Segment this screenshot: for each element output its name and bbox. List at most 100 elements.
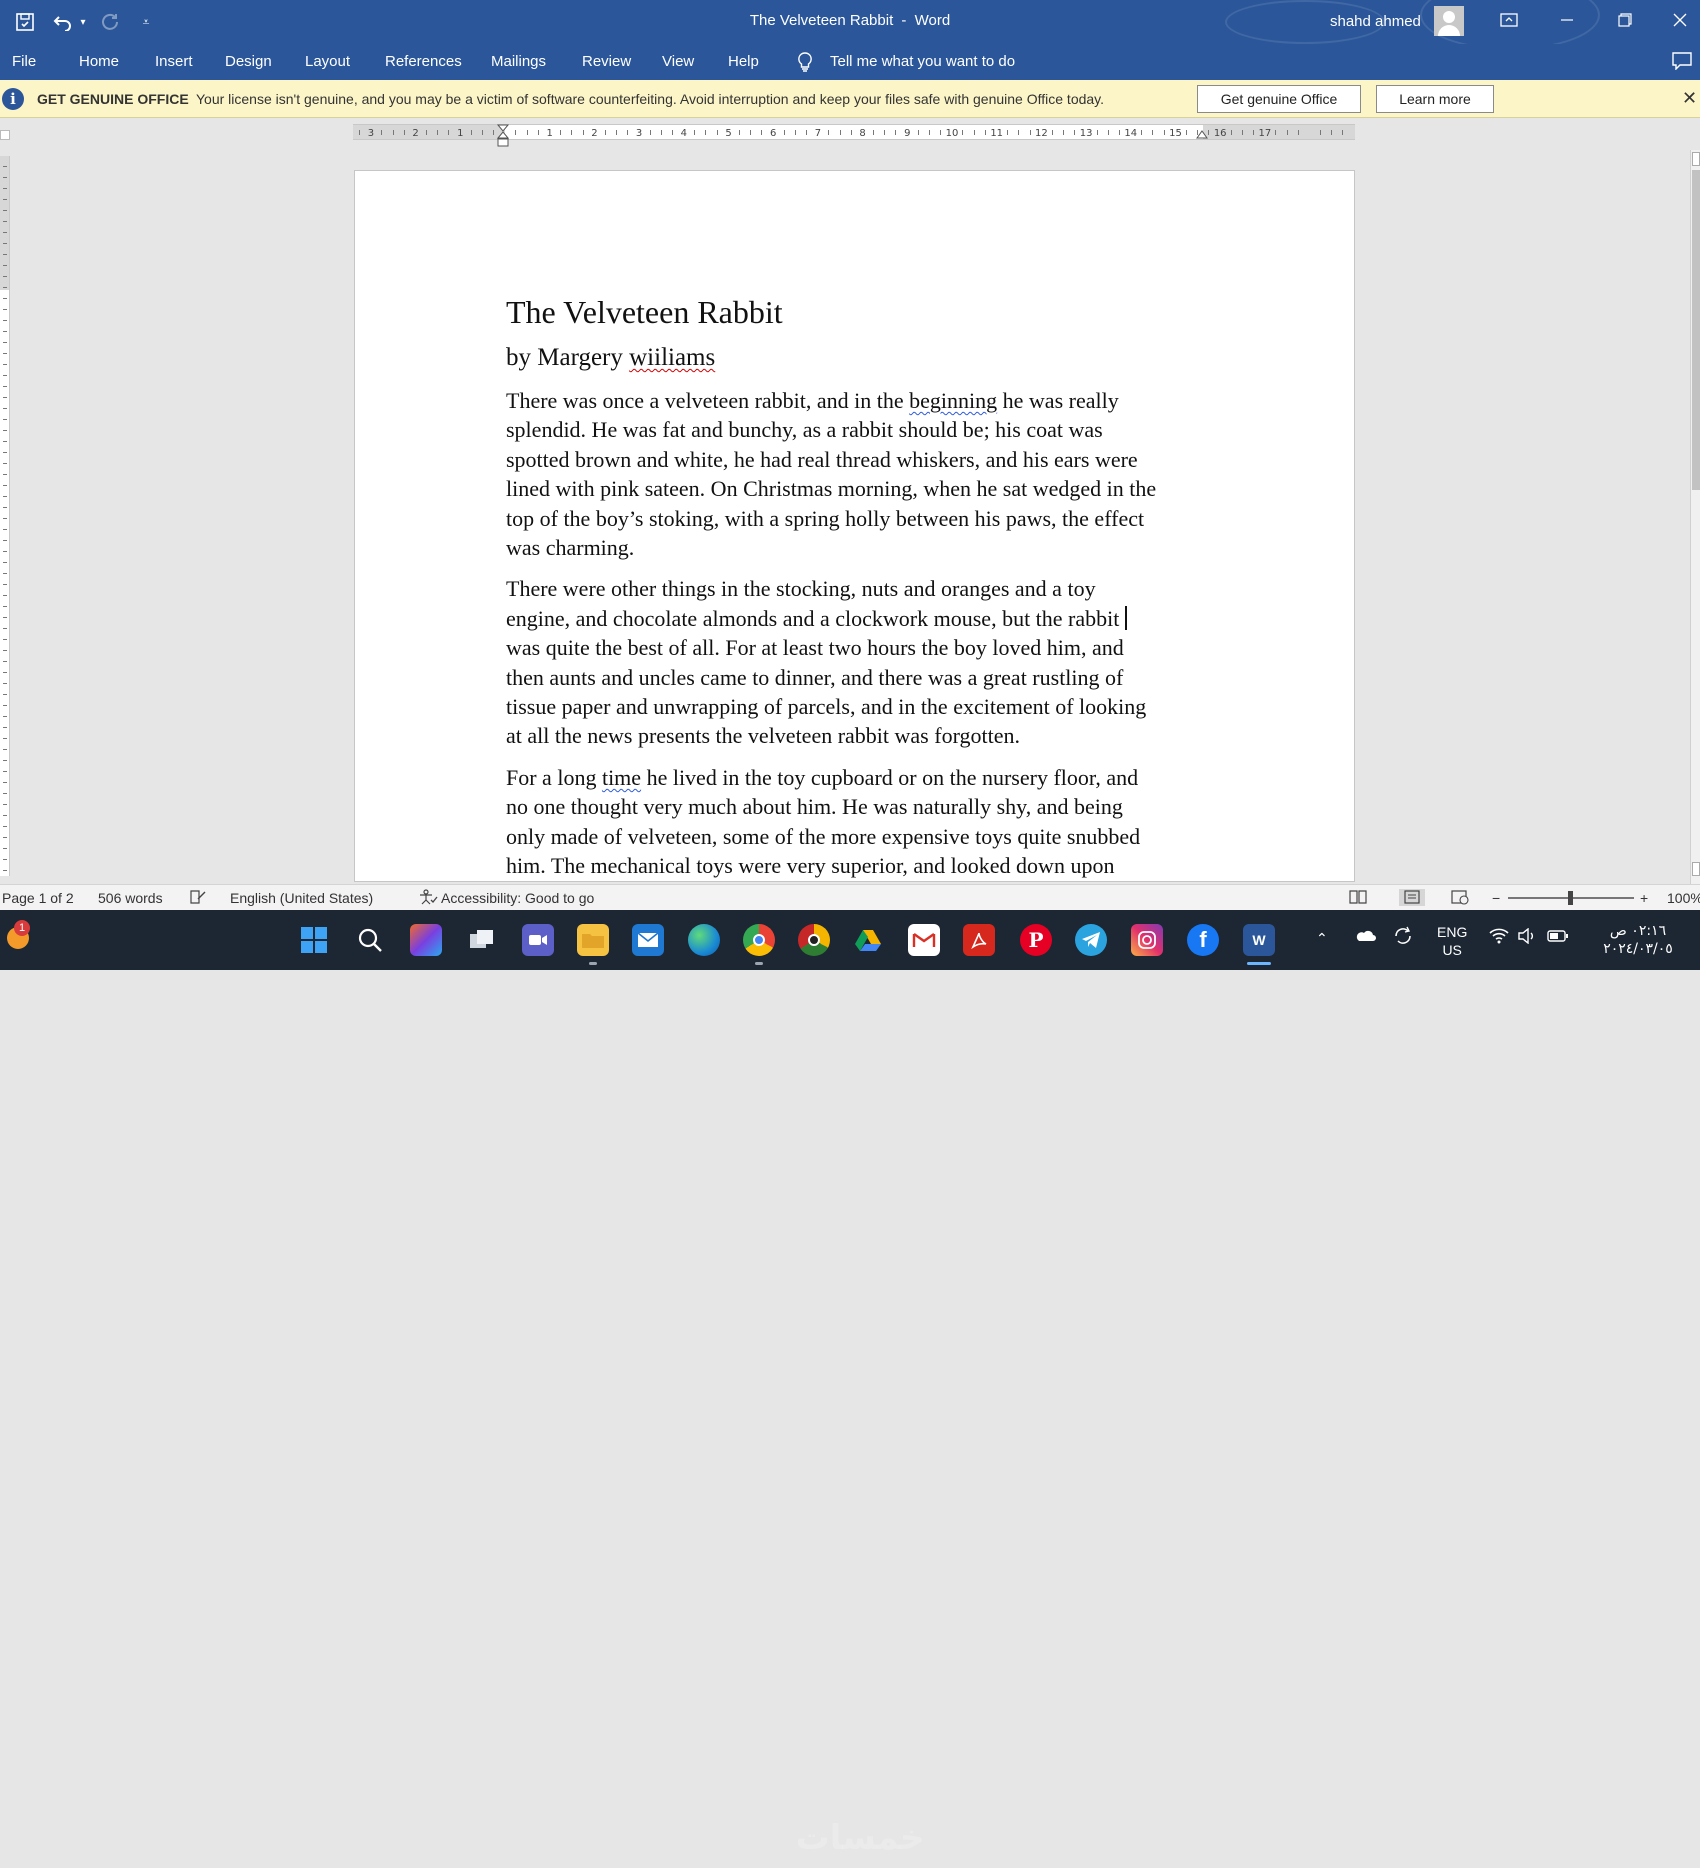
paragraph-3[interactable]: For a long time he lived in the toy cupb… [506,763,1206,881]
ruler-corner[interactable] [0,130,10,140]
google-drive-icon[interactable] [852,924,884,956]
minimize-icon[interactable] [1544,0,1590,40]
tab-file[interactable]: File [12,53,36,70]
task-view-icon[interactable] [466,924,498,956]
tab-home[interactable]: Home [79,53,119,70]
accessibility-icon[interactable] [418,889,438,906]
ribbon-tabs: File Home Insert Design Layout Reference… [0,44,1700,80]
file-explorer-icon[interactable] [577,924,609,956]
paragraph-2[interactable]: There were other things in the stocking,… [506,574,1206,750]
restore-icon[interactable] [1602,0,1648,40]
get-genuine-office-button[interactable]: Get genuine Office [1197,85,1361,113]
watermark: خمسات [795,1818,925,1858]
byline-author-misspelled[interactable]: wiiliams [629,344,715,371]
document-heading[interactable]: The Velveteen Rabbit [506,293,1206,331]
language-status[interactable]: English (United States) [230,890,373,906]
p3-grammar-word[interactable]: time [602,765,641,790]
ruler-minor-tick [560,130,562,135]
p1-grammar-word[interactable]: beginning [909,388,997,413]
vertical-ruler-tick [3,496,7,497]
avatar[interactable] [1434,6,1464,36]
user-name[interactable]: shahd ahmed [1330,13,1421,30]
vertical-ruler-tick [3,430,7,431]
onedrive-icon[interactable] [1354,928,1376,945]
document-body[interactable]: The Velveteen Rabbit by Margery wiiliams… [506,293,1206,881]
instagram-icon[interactable] [1131,924,1163,956]
right-indent-marker-icon[interactable] [1195,126,1209,140]
tab-layout[interactable]: Layout [305,53,350,70]
ribbon-display-icon[interactable] [1486,0,1532,40]
vertical-ruler-tick [3,540,7,541]
ruler-minor-tick [1152,130,1154,135]
sync-icon[interactable] [1392,926,1414,949]
read-mode-icon[interactable] [1349,889,1367,906]
vertical-ruler-tick [3,639,7,640]
zoom-out-button[interactable]: − [1492,890,1500,906]
close-icon[interactable] [1660,0,1700,40]
print-layout-icon[interactable] [1399,889,1425,906]
ruler-minor-tick [426,130,428,135]
tab-view[interactable]: View [662,53,694,70]
edge-icon[interactable] [688,924,720,956]
ruler-tick-16: 16 [1213,128,1227,139]
web-layout-icon[interactable] [1451,889,1469,906]
zoom-level[interactable]: 100% [1667,890,1700,906]
close-warning-icon[interactable]: ✕ [1682,88,1697,109]
vertical-ruler[interactable] [0,156,10,876]
gmail-icon[interactable] [908,924,940,956]
tell-me-search[interactable]: Tell me what you want to do [830,53,1015,70]
telegram-icon[interactable] [1075,924,1107,956]
zoom-in-button[interactable]: + [1640,890,1648,906]
tab-references[interactable]: References [385,53,462,70]
scroll-thumb[interactable] [1692,170,1700,490]
system-clock[interactable]: ٠٢:١٦ ص ٢٠٢٤/٠٣/٠٥ [1588,922,1688,958]
tab-insert[interactable]: Insert [155,53,193,70]
ruler-minor-tick [359,130,360,135]
tab-mailings[interactable]: Mailings [491,53,546,70]
mail-icon[interactable] [632,924,664,956]
vertical-ruler-tick [3,716,7,717]
pinterest-icon[interactable]: P [1020,924,1052,956]
p1-line4: lined with pink sateen. On Christmas mor… [506,476,1157,502]
proofing-icon[interactable] [189,889,207,906]
vertical-ruler-tick [3,221,7,222]
chrome-canary-icon[interactable] [798,924,830,956]
vertical-ruler-tick [3,628,7,629]
p3-line1a: For a long [506,764,602,790]
wifi-icon[interactable] [1489,928,1509,947]
tray-chevron-icon[interactable]: ⌃ [1316,930,1328,947]
chrome-icon[interactable] [743,924,775,956]
word-count[interactable]: 506 words [98,890,163,906]
facebook-icon[interactable]: f [1187,924,1219,956]
vertical-scrollbar[interactable] [1690,150,1700,884]
ruler-minor-tick [381,130,383,135]
ruler-minor-tick [1297,130,1299,135]
battery-icon[interactable] [1547,929,1569,946]
windows-start-icon[interactable] [298,924,330,956]
scroll-up-icon[interactable] [1692,152,1700,166]
scroll-down-icon[interactable] [1692,862,1700,876]
document-page[interactable]: The Velveteen Rabbit by Margery wiiliams… [354,170,1355,882]
acrobat-icon[interactable] [963,924,995,956]
vertical-ruler-tick [3,782,7,783]
document-byline[interactable]: by Margery wiiliams [506,343,1206,373]
learn-more-button[interactable]: Learn more [1376,85,1494,113]
paragraph-1[interactable]: There was once a velveteen rabbit, and i… [506,386,1206,562]
ruler-minor-tick [973,130,975,135]
volume-icon[interactable] [1517,927,1537,947]
word-icon[interactable]: W [1243,924,1275,956]
tab-review[interactable]: Review [582,53,631,70]
comments-icon[interactable] [1672,52,1692,71]
accessibility-status[interactable]: Accessibility: Good to go [441,890,594,906]
vertical-ruler-tick [3,595,7,596]
tab-design[interactable]: Design [225,53,272,70]
input-language[interactable]: ENG US [1437,923,1467,959]
page-count[interactable]: Page 1 of 2 [2,890,74,906]
copilot-icon[interactable] [410,924,442,956]
indent-marker-icon[interactable] [496,124,510,148]
vertical-ruler-tick [3,727,7,728]
teams-icon[interactable] [522,924,554,956]
zoom-slider-thumb[interactable] [1568,891,1573,905]
search-icon[interactable] [354,924,386,956]
tab-help[interactable]: Help [728,53,759,70]
